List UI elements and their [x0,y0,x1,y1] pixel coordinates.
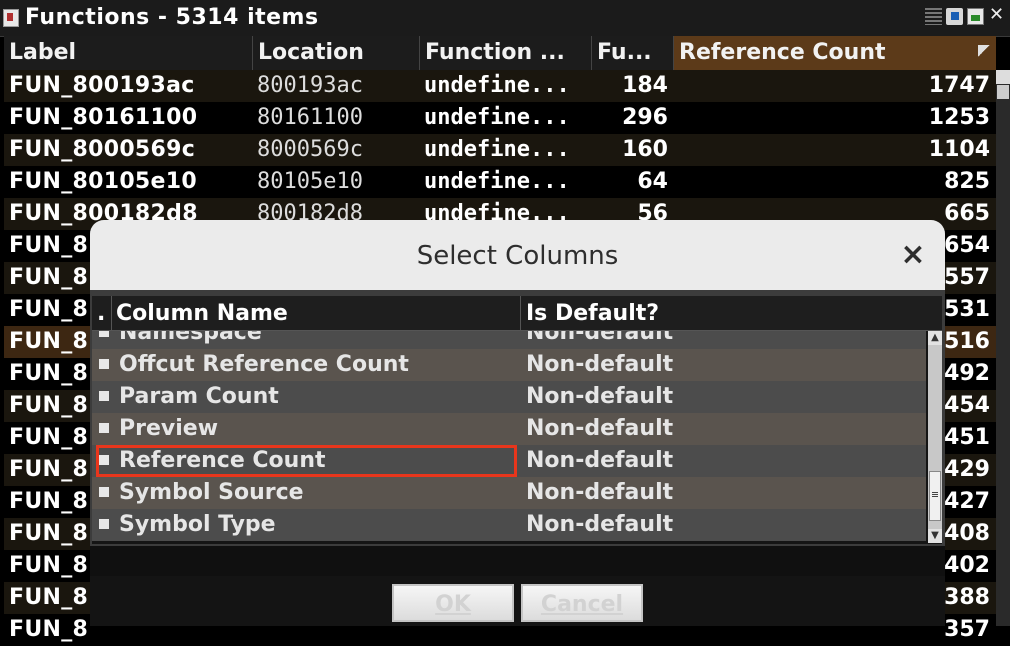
column-list-item[interactable]: Offcut Reference Count Non-default [92,349,926,381]
columns-scroll-thumb[interactable] [929,471,941,521]
close-window-icon[interactable]: ✕ [989,4,1006,25]
dialog-footer: OK Cancel [90,576,945,626]
cell-label: FUN_80161100 [9,105,198,130]
columns-list-body: Namespace Non-default Offcut Reference Cou… [92,331,926,543]
column-list-item[interactable]: Namespace Non-default [92,331,926,349]
columns-list-scrollbar[interactable]: ▲ ▼ [928,331,942,543]
column-header-checkbox[interactable]: . [92,296,112,330]
column-checkbox[interactable] [99,359,109,369]
column-checkbox[interactable] [99,331,109,337]
column-checkbox[interactable] [99,487,109,497]
cell-fu: 184 [622,73,668,98]
column-header-label[interactable]: Label [4,36,253,70]
column-header-function[interactable]: Function ... [420,36,592,70]
column-default-status: Non-default [526,416,674,441]
cell-fu: 296 [622,105,668,130]
column-default-status: Non-default [526,480,674,505]
column-name: Preview [119,416,219,441]
column-default-status: Non-default [526,512,674,537]
window-title: Functions - 5314 items [25,5,319,30]
cell-function: undefine... [424,169,570,194]
column-header-reference-count-label: Reference Count [679,40,886,65]
columns-list-header: . Column Name Is Default? [92,296,942,331]
column-header-column-name[interactable]: Column Name [112,296,521,330]
column-default-status: Non-default [526,331,674,345]
column-name: Symbol Source [119,480,304,505]
cell-location: 80105e10 [257,169,363,194]
column-name: Symbol Type [119,512,276,537]
column-header-location[interactable]: Location [253,36,420,70]
cell-reference-count: 825 [944,169,990,194]
cell-location: 8000569c [257,137,363,162]
column-list-item[interactable]: Symbol Type Non-default [92,509,926,541]
cell-label: FUN_80105e10 [9,169,197,194]
export-icon[interactable] [967,8,984,25]
table-row[interactable]: FUN_80105e10 80105e10 undefine... 64 825 [4,166,996,198]
cell-reference-count: 1253 [928,105,990,130]
column-default-status: Non-default [526,384,674,409]
table-row[interactable]: FUN_800193ac 800193ac undefine... 184 1747 [4,70,996,102]
table-row[interactable]: FUN_80161100 80161100 undefine... 296 1253 [4,102,996,134]
cell-reference-count: 1747 [928,73,990,98]
table-scrollbar[interactable] [996,70,1010,626]
scroll-down-arrow-icon[interactable]: ▼ [928,529,942,543]
table-row[interactable]: FUN_8000569c 8000569c undefine... 160 1104 [4,134,996,166]
column-name: Param Count [119,384,279,409]
column-header-is-default[interactable]: Is Default? [521,296,930,330]
app-icon [3,9,19,27]
column-list-item[interactable]: Param Count Non-default [92,381,926,413]
column-checkbox[interactable] [99,391,109,401]
dialog-status-area [90,546,945,576]
column-list-item[interactable]: Symbol Source Non-default [92,477,926,509]
cell-function: undefine... [424,73,570,98]
cell-fu: 64 [637,169,668,194]
scroll-thumb[interactable] [997,85,1009,99]
select-columns-dialog: Select Columns × . Column Name Is Defaul… [90,220,945,626]
sort-descending-icon [978,45,990,57]
column-name: Namespace [119,331,262,345]
cell-label: FUN_800193ac [9,73,195,98]
highlight-annotation [96,445,517,477]
column-list-item[interactable]: Preview Non-default [92,413,926,445]
column-default-status: Non-default [526,448,674,473]
column-header-reference-count[interactable]: Reference Count [674,36,996,70]
column-checkbox[interactable] [99,423,109,433]
cancel-button[interactable]: Cancel [521,584,643,622]
list-view-icon[interactable] [925,8,942,25]
cell-fu: 160 [622,137,668,162]
window-titlebar: Functions - 5314 items ✕ [0,0,1010,37]
dialog-title: Select Columns [416,241,619,271]
table-header: Label Location Function ... Fu... Refere… [4,36,996,70]
columns-list: . Column Name Is Default? Namespace Non-d… [92,296,942,544]
column-checkbox[interactable] [99,519,109,529]
copy-icon[interactable] [946,8,963,25]
column-name: Offcut Reference Count [119,352,409,377]
scroll-up-button[interactable] [996,70,1010,84]
cell-reference-count: 1104 [928,137,990,162]
cell-function: undefine... [424,105,570,130]
cell-function: undefine... [424,137,570,162]
ok-button[interactable]: OK [392,584,514,622]
cell-label: FUN_8000569c [9,137,196,162]
column-default-status: Non-default [526,352,674,377]
column-header-fu[interactable]: Fu... [592,36,674,70]
cell-location: 80161100 [257,105,363,130]
scroll-up-arrow-icon[interactable]: ▲ [928,331,942,345]
dialog-header: Select Columns × [90,220,945,290]
dialog-close-icon[interactable]: × [898,237,928,273]
cell-location: 800193ac [257,73,363,98]
